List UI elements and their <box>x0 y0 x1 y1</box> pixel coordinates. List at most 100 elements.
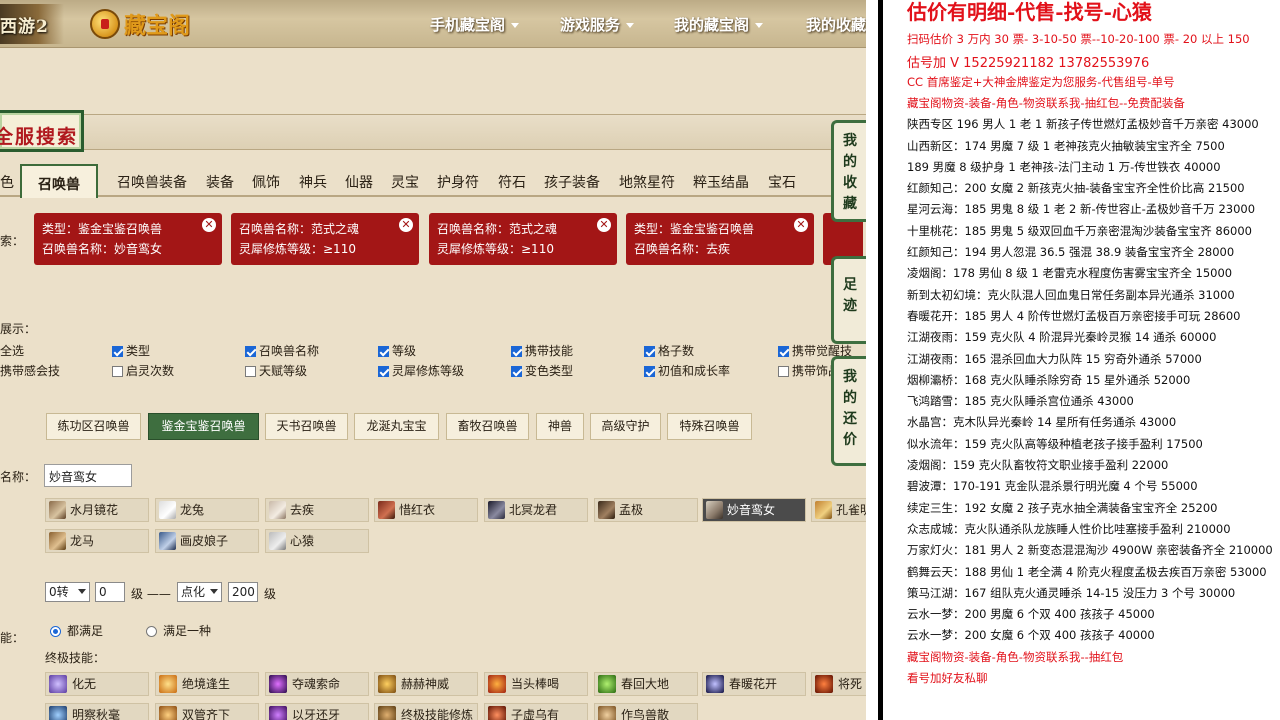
skill-option[interactable]: 赫赫神威 <box>374 672 478 696</box>
pet-option[interactable]: 心猿 <box>265 529 369 553</box>
checkbox-box[interactable] <box>644 366 655 377</box>
floating-side-tabs: 我的收藏 足迹 我的还价 <box>831 120 866 470</box>
skill-option[interactable]: 双管齐下 <box>155 703 259 720</box>
level-max-input[interactable]: 200 <box>228 582 258 602</box>
checkbox-select-all[interactable]: 全选 <box>0 342 24 359</box>
skill-option[interactable]: 以牙还牙 <box>265 703 369 720</box>
level-min-input[interactable]: 0 <box>95 582 125 602</box>
checkbox-growth-rate[interactable]: 初值和成长率 <box>644 362 730 379</box>
tab-child-equipment[interactable]: 孩子装备 <box>544 172 600 192</box>
radio-circle[interactable] <box>50 626 61 637</box>
filter-chip[interactable]: 召唤兽名称：范式之魂 灵犀修炼等级：≥110 ✕ <box>231 213 419 265</box>
notes-line: 星河云海：185 男鬼 8 级 1 老 2 新-传世容止-孟极妙音千万 2300… <box>907 202 1256 217</box>
tab-accessory[interactable]: 佩饰 <box>252 172 280 192</box>
checkbox-spirit-count[interactable]: 启灵次数 <box>112 362 174 379</box>
checkbox-carried-skills[interactable]: 携带技能 <box>511 342 573 359</box>
pet-option-selected[interactable]: 妙音鸾女 <box>702 498 806 522</box>
checkbox-box[interactable] <box>511 366 522 377</box>
tab-role[interactable]: 色 <box>0 172 14 192</box>
category-longxian-pet[interactable]: 龙涎丸宝宝 <box>354 413 439 440</box>
category-livestock-pet[interactable]: 畜牧召唤兽 <box>446 413 529 440</box>
side-tab-footprints[interactable]: 足迹 <box>831 256 866 344</box>
pet-option[interactable]: 龙马 <box>45 529 149 553</box>
pet-option[interactable]: 孟极 <box>594 498 698 522</box>
tab-star-talisman[interactable]: 地煞星符 <box>619 172 675 192</box>
side-tab-my-counteroffers[interactable]: 我的还价 <box>831 356 866 466</box>
pet-option[interactable]: 龙兔 <box>155 498 259 522</box>
checkbox-box[interactable] <box>644 346 655 357</box>
skill-option[interactable]: 作鸟兽散 <box>594 703 698 720</box>
game-logo[interactable]: 西游2 <box>0 4 64 44</box>
category-practice-pet[interactable]: 练功区召唤兽 <box>46 413 141 440</box>
skill-option[interactable]: 子虚乌有 <box>484 703 588 720</box>
skill-option[interactable]: 绝境逢生 <box>155 672 259 696</box>
close-icon[interactable]: ✕ <box>794 218 808 232</box>
checkbox-slot-count[interactable]: 格子数 <box>644 342 694 359</box>
pet-option[interactable]: 北冥龙君 <box>484 498 588 522</box>
nav-mobile-cbg[interactable]: 手机藏宝阁 <box>430 14 520 36</box>
checkbox-box[interactable] <box>778 366 789 377</box>
tab-amulet[interactable]: 护身符 <box>437 172 479 192</box>
checkbox-level[interactable]: 等级 <box>378 342 416 359</box>
checkbox-color-type[interactable]: 变色类型 <box>511 362 573 379</box>
category-tianshu-pet[interactable]: 天书召唤兽 <box>265 413 348 440</box>
pet-name-input[interactable]: 妙音鸾女 <box>44 464 132 487</box>
checkbox-type[interactable]: 类型 <box>112 342 150 359</box>
pet-option[interactable]: 孔雀明 <box>811 498 866 522</box>
skill-option[interactable]: 春回大地 <box>594 672 698 696</box>
nav-my-favorites[interactable]: 我的收藏 <box>806 14 866 36</box>
checkbox-pet-name[interactable]: 召唤兽名称 <box>245 342 319 359</box>
pet-option[interactable]: 画皮娘子 <box>155 529 259 553</box>
filter-chip[interactable]: 类型：鉴金宝鉴召唤兽 召唤兽名称：去疾 ✕ <box>626 213 814 265</box>
checkbox-box[interactable] <box>112 366 123 377</box>
checkbox-talent-level[interactable]: 天赋等级 <box>245 362 307 379</box>
skill-option[interactable]: 夺魂索命 <box>265 672 369 696</box>
checkbox-box[interactable] <box>778 346 789 357</box>
category-advanced-guardian[interactable]: 高级守护 <box>590 413 661 440</box>
tab-equipment[interactable]: 装备 <box>206 172 234 192</box>
checkbox-sense-skill[interactable]: 携带感会技 <box>0 362 60 379</box>
pet-option[interactable]: 水月镜花 <box>45 498 149 522</box>
skill-option[interactable]: 当头棒喝 <box>484 672 588 696</box>
radio-all-satisfied[interactable]: 都满足 <box>50 622 103 639</box>
filter-chip[interactable]: 召唤兽名称：范式之魂 灵犀修炼等级：≥110 ✕ <box>429 213 617 265</box>
site-logo[interactable]: 藏宝阁 <box>90 9 190 39</box>
nav-game-services[interactable]: 游戏服务 <box>560 14 635 36</box>
turn-select[interactable]: 0转 <box>45 582 90 602</box>
checkbox-box[interactable] <box>245 346 256 357</box>
category-jianjin-pet[interactable]: 鉴金宝鉴召唤兽 <box>148 413 259 440</box>
skill-option[interactable]: 春暖花开 <box>702 672 806 696</box>
form-select[interactable]: 点化 <box>177 582 222 602</box>
checkbox-lingxi-level[interactable]: 灵犀修炼等级 <box>378 362 464 379</box>
close-icon[interactable]: ✕ <box>202 218 216 232</box>
tab-pet-equipment[interactable]: 召唤兽装备 <box>117 172 187 192</box>
skill-option[interactable]: 将死 <box>811 672 866 696</box>
side-tab-my-favorites[interactable]: 我的收藏 <box>831 120 866 222</box>
category-divine-beast[interactable]: 神兽 <box>536 413 584 440</box>
pet-option[interactable]: 去疾 <box>265 498 369 522</box>
tab-spirit-treasure[interactable]: 灵宝 <box>391 172 419 192</box>
checkbox-box[interactable] <box>245 366 256 377</box>
tab-rune-stone[interactable]: 符石 <box>498 172 526 192</box>
checkbox-box[interactable] <box>378 346 389 357</box>
skill-option[interactable]: 化无 <box>45 672 149 696</box>
pet-option[interactable]: 惜红衣 <box>374 498 478 522</box>
skill-option[interactable]: 终极技能修炼 <box>374 703 478 720</box>
category-special-pet[interactable]: 特殊召唤兽 <box>667 413 752 440</box>
tab-divine-weapon[interactable]: 神兵 <box>299 172 327 192</box>
tab-immortal-artifact[interactable]: 仙器 <box>345 172 373 192</box>
skill-option[interactable]: 明察秋毫 <box>45 703 149 720</box>
checkbox-box[interactable] <box>378 366 389 377</box>
nav-my-cbg[interactable]: 我的藏宝阁 <box>674 14 764 36</box>
filter-chip[interactable]: 类型：鉴金宝鉴召唤兽 召唤兽名称：妙音鸾女 ✕ <box>34 213 222 265</box>
close-icon[interactable]: ✕ <box>399 218 413 232</box>
tab-jade-crystal[interactable]: 粹玉结晶 <box>693 172 749 192</box>
skill-label: 以牙还牙 <box>292 708 341 720</box>
radio-circle[interactable] <box>146 626 157 637</box>
tab-gem[interactable]: 宝石 <box>768 172 796 192</box>
tab-pet[interactable]: 召唤兽 <box>20 164 98 198</box>
close-icon[interactable]: ✕ <box>597 218 611 232</box>
checkbox-box[interactable] <box>112 346 123 357</box>
radio-any-satisfied[interactable]: 满足一种 <box>146 622 211 639</box>
checkbox-box[interactable] <box>511 346 522 357</box>
